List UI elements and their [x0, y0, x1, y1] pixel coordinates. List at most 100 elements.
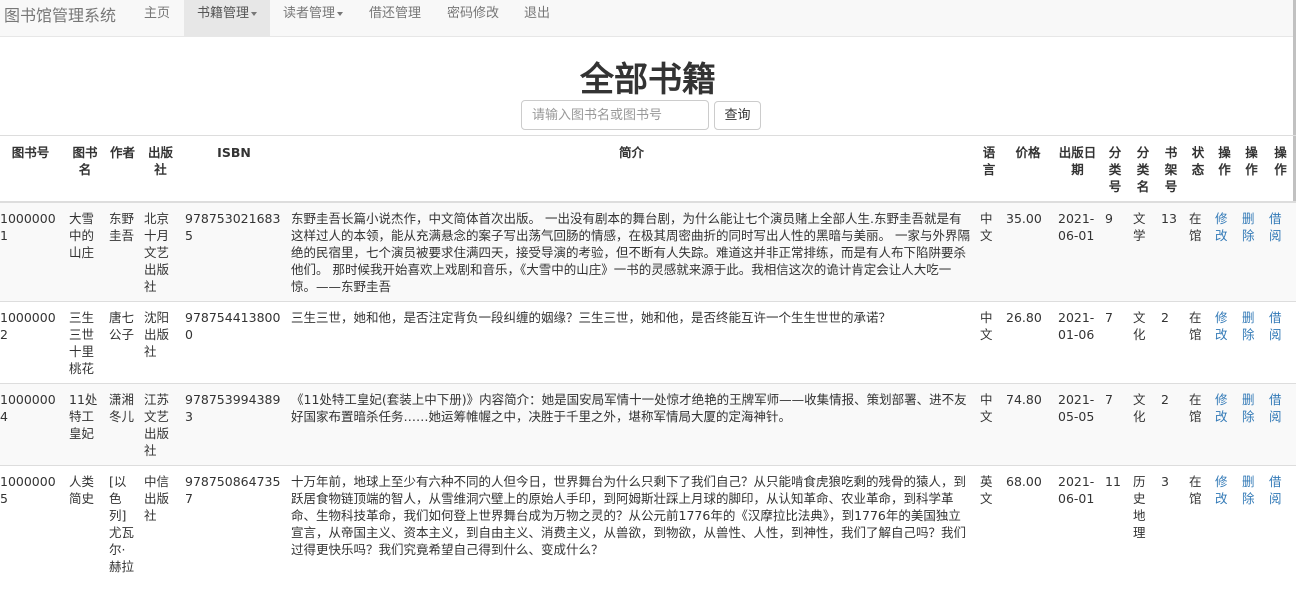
edit-link[interactable]: 修改 [1215, 474, 1228, 506]
delete-link[interactable]: 删除 [1242, 211, 1255, 243]
caret-down-icon [251, 11, 258, 16]
nav-logout[interactable]: 退出 [511, 0, 563, 36]
edit-link[interactable]: 修改 [1215, 211, 1228, 243]
cell-status: 在馆 [1185, 301, 1211, 384]
books-table: 图书号 图书名 作者 出版社 ISBN 简介 语言 价格 出版日期 分类号 分类… [0, 135, 1296, 581]
cell-class-id: 11 [1101, 465, 1129, 581]
cell-shelf: 13 [1157, 201, 1185, 302]
page-title: 全部书籍 [580, 60, 716, 100]
nav-borrow-return-label: 借还管理 [369, 6, 422, 21]
cell-class-name: 文化 [1129, 383, 1157, 466]
cell-status: 在馆 [1185, 465, 1211, 581]
header-op-edit: 操作 [1211, 135, 1238, 203]
nav-book-management[interactable]: 书籍管理 [184, 0, 270, 36]
edit-link[interactable]: 修改 [1215, 310, 1228, 342]
nav-book-management-label: 书籍管理 [197, 6, 250, 21]
cell-isbn: 9787530216835 [181, 201, 287, 302]
header-price: 价格 [1002, 135, 1054, 203]
header-intro: 简介 [287, 135, 976, 203]
cell-author: 潇湘冬儿 [105, 383, 140, 466]
delete-link[interactable]: 删除 [1242, 474, 1255, 506]
cell-language: 中文 [976, 201, 1002, 302]
cell-intro: 十万年前，地球上至少有六种不同的人但今日，世界舞台为什么只剩下了我们自己？从只能… [287, 465, 976, 581]
cell-publisher: 沈阳出版社 [140, 301, 181, 384]
cell-class-name: 文学 [1129, 201, 1157, 302]
cell-language: 中文 [976, 301, 1002, 384]
cell-publisher: 江苏文艺出版社 [140, 383, 181, 466]
cell-book-id: 10000005 [0, 465, 65, 581]
cell-intro: 《11处特工皇妃(套装上中下册)》内容简介：她是国安局军情十一处惊才绝艳的王牌军… [287, 383, 976, 466]
cell-class-id: 9 [1101, 201, 1129, 302]
cell-intro: 三生三世，她和他，是否注定背负一段纠缠的姻缘？三生三世，她和他，是否终能互许一个… [287, 301, 976, 384]
cell-class-name: 历史地理 [1129, 465, 1157, 581]
nav-home[interactable]: 主页 [131, 0, 183, 36]
cell-publisher: 北京十月文艺出版社 [140, 201, 181, 302]
cell-pub-date: 2021-01-06 [1054, 301, 1101, 384]
header-op-delete: 操作 [1238, 135, 1265, 203]
borrow-link[interactable]: 借阅 [1269, 474, 1282, 506]
cell-book-id: 10000002 [0, 301, 65, 384]
cell-isbn: 9787508647357 [181, 465, 287, 581]
header-pub-date: 出版日期 [1054, 135, 1101, 203]
cell-price: 74.80 [1002, 383, 1054, 466]
cell-author: 东野圭吾 [105, 201, 140, 302]
cell-class-id: 7 [1101, 383, 1129, 466]
delete-link[interactable]: 删除 [1242, 392, 1255, 424]
cell-shelf: 2 [1157, 301, 1185, 384]
cell-isbn: 9787539943893 [181, 383, 287, 466]
header-class-name: 分类名 [1129, 135, 1157, 203]
table-row: 10000002 三生三世十里桃花 唐七公子 沈阳出版社 97875441380… [0, 301, 1296, 384]
header-isbn: ISBN [181, 135, 287, 203]
nav-password-label: 密码修改 [447, 6, 500, 21]
search-button[interactable]: 查询 [714, 101, 761, 130]
edit-link[interactable]: 修改 [1215, 392, 1228, 424]
borrow-link[interactable]: 借阅 [1269, 211, 1282, 243]
nav-reader-management-label: 读者管理 [283, 6, 336, 21]
navbar: 图书馆管理系统 主页 书籍管理 读者管理 借还管理 密码修改 退出 [0, 0, 1296, 37]
cell-language: 英文 [976, 465, 1002, 581]
nav-reader-management[interactable]: 读者管理 [270, 0, 356, 36]
search-input[interactable] [521, 100, 709, 130]
table-row: 10000005 人类简史 [以色列]尤瓦尔·赫拉 中信出版社 97875086… [0, 465, 1296, 581]
nav-logout-label: 退出 [524, 6, 551, 21]
cell-class-name: 文化 [1129, 301, 1157, 384]
cell-price: 35.00 [1002, 201, 1054, 302]
cell-pub-date: 2021-05-05 [1054, 383, 1101, 466]
header-book-id: 图书号 [0, 135, 65, 203]
cell-book-id: 10000001 [0, 201, 65, 302]
header-op-borrow: 操作 [1265, 135, 1296, 203]
cell-intro: 东野圭吾长篇小说杰作，中文简体首次出版。 一出没有剧本的舞台剧，为什么能让七个演… [287, 201, 976, 302]
navbar-brand[interactable]: 图书馆管理系统 [4, 6, 116, 26]
cell-author: 唐七公子 [105, 301, 140, 384]
cell-author: [以色列]尤瓦尔·赫拉 [105, 465, 140, 581]
cell-language: 中文 [976, 383, 1002, 466]
cell-status: 在馆 [1185, 383, 1211, 466]
cell-publisher: 中信出版社 [140, 465, 181, 581]
borrow-link[interactable]: 借阅 [1269, 310, 1282, 342]
nav-password[interactable]: 密码修改 [434, 0, 512, 36]
cell-pub-date: 2021-06-01 [1054, 201, 1101, 302]
cell-isbn: 9787544138000 [181, 301, 287, 384]
cell-shelf: 3 [1157, 465, 1185, 581]
delete-link[interactable]: 删除 [1242, 310, 1255, 342]
cell-book-name: 11处特工皇妃 [65, 383, 105, 466]
header-shelf: 书架号 [1157, 135, 1185, 203]
cell-book-name: 三生三世十里桃花 [65, 301, 105, 384]
table-header-row: 图书号 图书名 作者 出版社 ISBN 简介 语言 价格 出版日期 分类号 分类… [0, 135, 1296, 203]
cell-price: 26.80 [1002, 301, 1054, 384]
cell-book-name: 大雪中的山庄 [65, 201, 105, 302]
table-row: 10000001 大雪中的山庄 东野圭吾 北京十月文艺出版社 978753021… [0, 201, 1296, 302]
header-class-id: 分类号 [1101, 135, 1129, 203]
header-language: 语言 [976, 135, 1002, 203]
cell-book-id: 10000004 [0, 383, 65, 466]
header-status: 状态 [1185, 135, 1211, 203]
cell-class-id: 7 [1101, 301, 1129, 384]
nav-home-label: 主页 [144, 6, 171, 21]
borrow-link[interactable]: 借阅 [1269, 392, 1282, 424]
cell-price: 68.00 [1002, 465, 1054, 581]
nav-borrow-return[interactable]: 借还管理 [356, 0, 434, 36]
header-publisher: 出版社 [140, 135, 181, 203]
caret-down-icon [337, 11, 344, 16]
header-author: 作者 [105, 135, 140, 203]
cell-shelf: 2 [1157, 383, 1185, 466]
